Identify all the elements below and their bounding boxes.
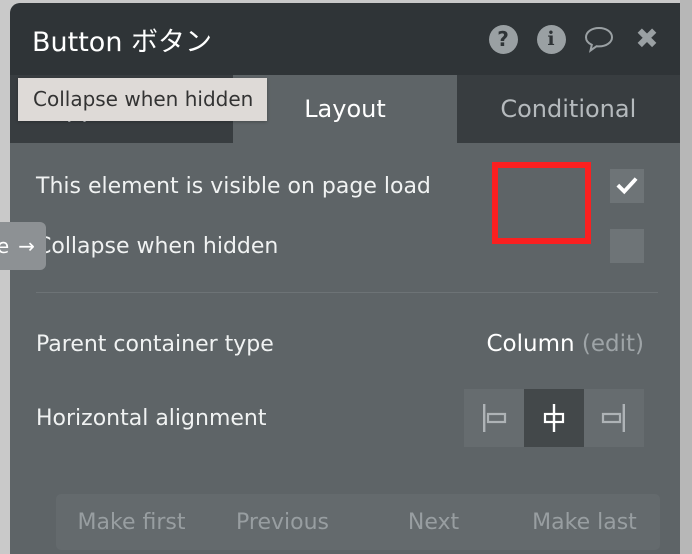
make-last-button[interactable]: Make last [509, 510, 660, 535]
close-icon[interactable]: ✖ [632, 24, 662, 54]
collapse-when-hidden-checkbox[interactable] [610, 229, 644, 263]
parent-container-edit-link[interactable]: (edit) [582, 331, 644, 357]
right-edge-strip [680, 0, 692, 554]
arrow-right-icon: → [18, 234, 36, 258]
row-parent-container-type: Parent container type Column (edit) [36, 313, 658, 375]
visible-on-page-load-checkbox[interactable] [610, 169, 644, 203]
section-divider [36, 292, 658, 293]
row-collapse-when-hidden: Collapse when hidden [36, 216, 658, 276]
tooltip: Collapse when hidden [18, 78, 268, 121]
horizontal-alignment-group [464, 389, 644, 447]
horizontal-alignment-label: Horizontal alignment [36, 405, 267, 431]
check-icon [616, 177, 638, 195]
next-button[interactable]: Next [358, 510, 509, 535]
visible-on-page-load-label: This element is visible on page load [36, 173, 431, 199]
order-button-bar: Make first Previous Next Make last [56, 494, 660, 550]
help-icon-glyph: ? [488, 24, 518, 54]
parent-container-type-value: Column [486, 331, 575, 357]
page-title: Button ボタン [32, 26, 213, 58]
info-icon[interactable]: i [536, 24, 566, 54]
edge-button-letter: e [0, 234, 11, 258]
align-left-icon [483, 404, 507, 432]
header-icon-group: ? i ✖ [488, 24, 662, 54]
previous-button[interactable]: Previous [207, 510, 358, 535]
collapse-when-hidden-label: Collapse when hidden [36, 233, 279, 259]
info-icon-glyph: i [536, 24, 566, 54]
panel-body: This element is visible on page load Col… [10, 156, 680, 461]
element-properties-panel: Button ボタン ? i ✖ Appearance Layout Condi… [10, 3, 680, 554]
align-right-icon [601, 404, 625, 432]
comment-icon[interactable] [584, 24, 614, 54]
tab-conditional[interactable]: Conditional [456, 75, 680, 143]
speech-bubble-icon [584, 26, 614, 53]
close-icon-glyph: ✖ [635, 22, 659, 55]
align-center-icon [543, 404, 565, 432]
row-visible-on-page-load: This element is visible on page load [36, 156, 658, 216]
align-center-button[interactable] [524, 389, 584, 447]
edge-floating-button[interactable]: e → [0, 222, 46, 270]
row-horizontal-alignment: Horizontal alignment [36, 162, 658, 461]
align-right-button[interactable] [584, 389, 644, 447]
parent-container-type-value-group: Column (edit) [486, 331, 644, 357]
parent-container-type-label: Parent container type [36, 331, 274, 357]
help-icon[interactable]: ? [488, 24, 518, 54]
panel-header: Button ボタン ? i ✖ [10, 3, 680, 75]
make-first-button[interactable]: Make first [56, 510, 207, 535]
align-left-button[interactable] [464, 389, 524, 447]
